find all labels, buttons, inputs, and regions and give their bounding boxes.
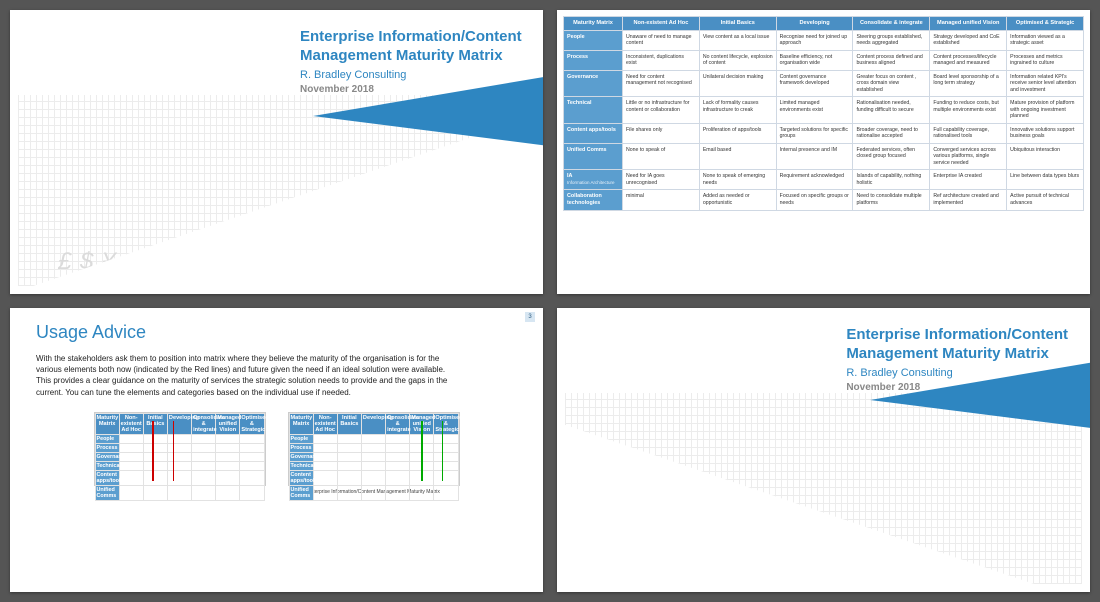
matrix-cell: Focused on specific groups or needs [776,190,853,211]
matrix-row-header: Content apps/tools [564,123,623,143]
table-row: IAInformation ArchitectureNeed for IA go… [564,170,1084,190]
matrix-row-header: Collaboration technologies [564,190,623,211]
matrix-cell: No content lifecycle, explosion of conte… [699,50,776,70]
table-row: PeopleUnaware of need to manage contentV… [564,30,1084,50]
matrix-cell: Information viewed as a strategic asset [1007,30,1084,50]
matrix-cell: Lack of formality causes infrastructure … [699,97,776,124]
matrix-cell: Innovative solutions support business go… [1007,123,1084,143]
table-row: Content apps/toolsFile shares onlyProlif… [564,123,1084,143]
matrix-cell: Line between data types blurs [1007,170,1084,190]
mini-matrix-now: Maturity MatrixNon-existent Ad HocInitia… [94,412,266,495]
matrix-cell: Content process defined and business ali… [853,50,930,70]
matrix-cell: Inconsistent, duplications exist [623,50,700,70]
matrix-cell: Recognise need for joined up approach [776,30,853,50]
matrix-col-header: Non-existent Ad Hoc [623,17,700,31]
matrix-cell: None to speak of emerging needs [699,170,776,190]
matrix-col-header: Consolidate & integrate [853,17,930,31]
matrix-cell: Limited managed environments exist [776,97,853,124]
matrix-cell: Ubiquitous interaction [1007,143,1084,170]
page-number: 3 [525,312,535,322]
slide-title-1: Enterprise Information/Content Managemen… [10,10,543,294]
matrix-row-header: IAInformation Architecture [564,170,623,190]
matrix-cell: None to speak of [623,143,700,170]
matrix-cell: Greater focus on content , cross domain … [853,70,930,97]
slide-matrix: Maturity MatrixNon-existent Ad HocInitia… [557,10,1090,294]
table-row: ProcessInconsistent, duplications existN… [564,50,1084,70]
hero-title-l1: Enterprise Information/Content [300,28,522,45]
matrix-cell: View content as a local issue [699,30,776,50]
mini-matrix-row: Maturity MatrixNon-existent Ad HocInitia… [36,412,517,495]
hero-subtitle: R. Bradley Consulting [300,69,522,83]
matrix-col-header: Managed unified Vision [930,17,1007,31]
hero-subtitle: R. Bradley Consulting [846,367,1068,381]
matrix-cell: minimal [623,190,700,211]
matrix-cell: Ref architecture created and implemented [930,190,1007,211]
table-row: GovernanceNeed for content management no… [564,70,1084,97]
matrix-cell: Requirement acknowledged [776,170,853,190]
matrix-cell: Federated services, often closed group f… [853,143,930,170]
slide-advice: 3 Usage Advice With the stakeholders ask… [10,308,543,592]
hero-title: Enterprise Information/Content Managemen… [846,326,1068,395]
hero-title-l2: Management Maturity Matrix [846,345,1049,362]
hero-title: Enterprise Information/Content Managemen… [300,28,522,97]
matrix-cell: Content processes/lifecycle managed and … [930,50,1007,70]
matrix-row-header: Technical [564,97,623,124]
matrix-col-header: Maturity Matrix [564,17,623,31]
matrix-cell: Processes and metrics ingrained to cultu… [1007,50,1084,70]
matrix-cell: Full capability coverage, rationalised t… [930,123,1007,143]
slide-title-2: Enterprise Information/Content Managemen… [557,308,1090,592]
matrix-cell: Added as needed or opportunistic [699,190,776,211]
matrix-cell: Targeted solutions for specific groups [776,123,853,143]
matrix-row-header: Process [564,50,623,70]
table-row: TechnicalLittle or no infrastructure for… [564,97,1084,124]
matrix-col-header: Initial Basics [699,17,776,31]
matrix-cell: Content governance framework developed [776,70,853,97]
matrix-cell: Steering groups established, needs aggre… [853,30,930,50]
matrix-row-header: Unified Comms [564,143,623,170]
matrix-cell: Strategy developed and CoE established [930,30,1007,50]
matrix-cell: Mature provision of platform with ongoin… [1007,97,1084,124]
matrix-cell: Converged services across various platfo… [930,143,1007,170]
hero-date: November 2018 [846,382,1068,395]
matrix-cell: Need for IA goes unrecognised [623,170,700,190]
matrix-cell: Need to consolidate multiple platforms [853,190,930,211]
matrix-cell: Information related KPI's receive senior… [1007,70,1084,97]
advice-title: Usage Advice [36,322,517,343]
matrix-cell: File shares only [623,123,700,143]
advice-body: With the stakeholders ask them to positi… [36,353,456,398]
matrix-row-header: People [564,30,623,50]
matrix-cell: Baseline efficiency, not organisation wi… [776,50,853,70]
matrix-cell: Active pursuit of technical advances [1007,190,1084,211]
matrix-cell: Board level sponsorship of a long term s… [930,70,1007,97]
matrix-cell: Proliferation of apps/tools [699,123,776,143]
matrix-cell: Unaware of need to manage content [623,30,700,50]
matrix-cell: Internal presence and IM [776,143,853,170]
matrix-cell: Funding to reduce costs, but multiple en… [930,97,1007,124]
matrix-cell: Enterprise IA created [930,170,1007,190]
matrix-cell: Islands of capability, nothing holistic [853,170,930,190]
table-row: Unified CommsNone to speak ofEmail based… [564,143,1084,170]
mini-matrix-future: Maturity MatrixNon-existent Ad HocInitia… [288,412,460,495]
table-row: Collaboration technologiesminimalAdded a… [564,190,1084,211]
matrix-cell: Unilateral decision making [699,70,776,97]
matrix-cell: Email based [699,143,776,170]
matrix-col-header: Developing [776,17,853,31]
matrix-cell: Little or no infrastructure for content … [623,97,700,124]
hero-title-l1: Enterprise Information/Content [846,326,1068,343]
matrix-cell: Broader coverage, need to rationalise ac… [853,123,930,143]
hero-title-l2: Management Maturity Matrix [300,47,503,64]
matrix-cell: Need for content management not recognis… [623,70,700,97]
matrix-row-header: Governance [564,70,623,97]
maturity-matrix-table: Maturity MatrixNon-existent Ad HocInitia… [563,16,1084,211]
matrix-col-header: Optimised & Strategic [1007,17,1084,31]
matrix-cell: Rationalisation needed, funding difficul… [853,97,930,124]
hero-date: November 2018 [300,84,522,97]
